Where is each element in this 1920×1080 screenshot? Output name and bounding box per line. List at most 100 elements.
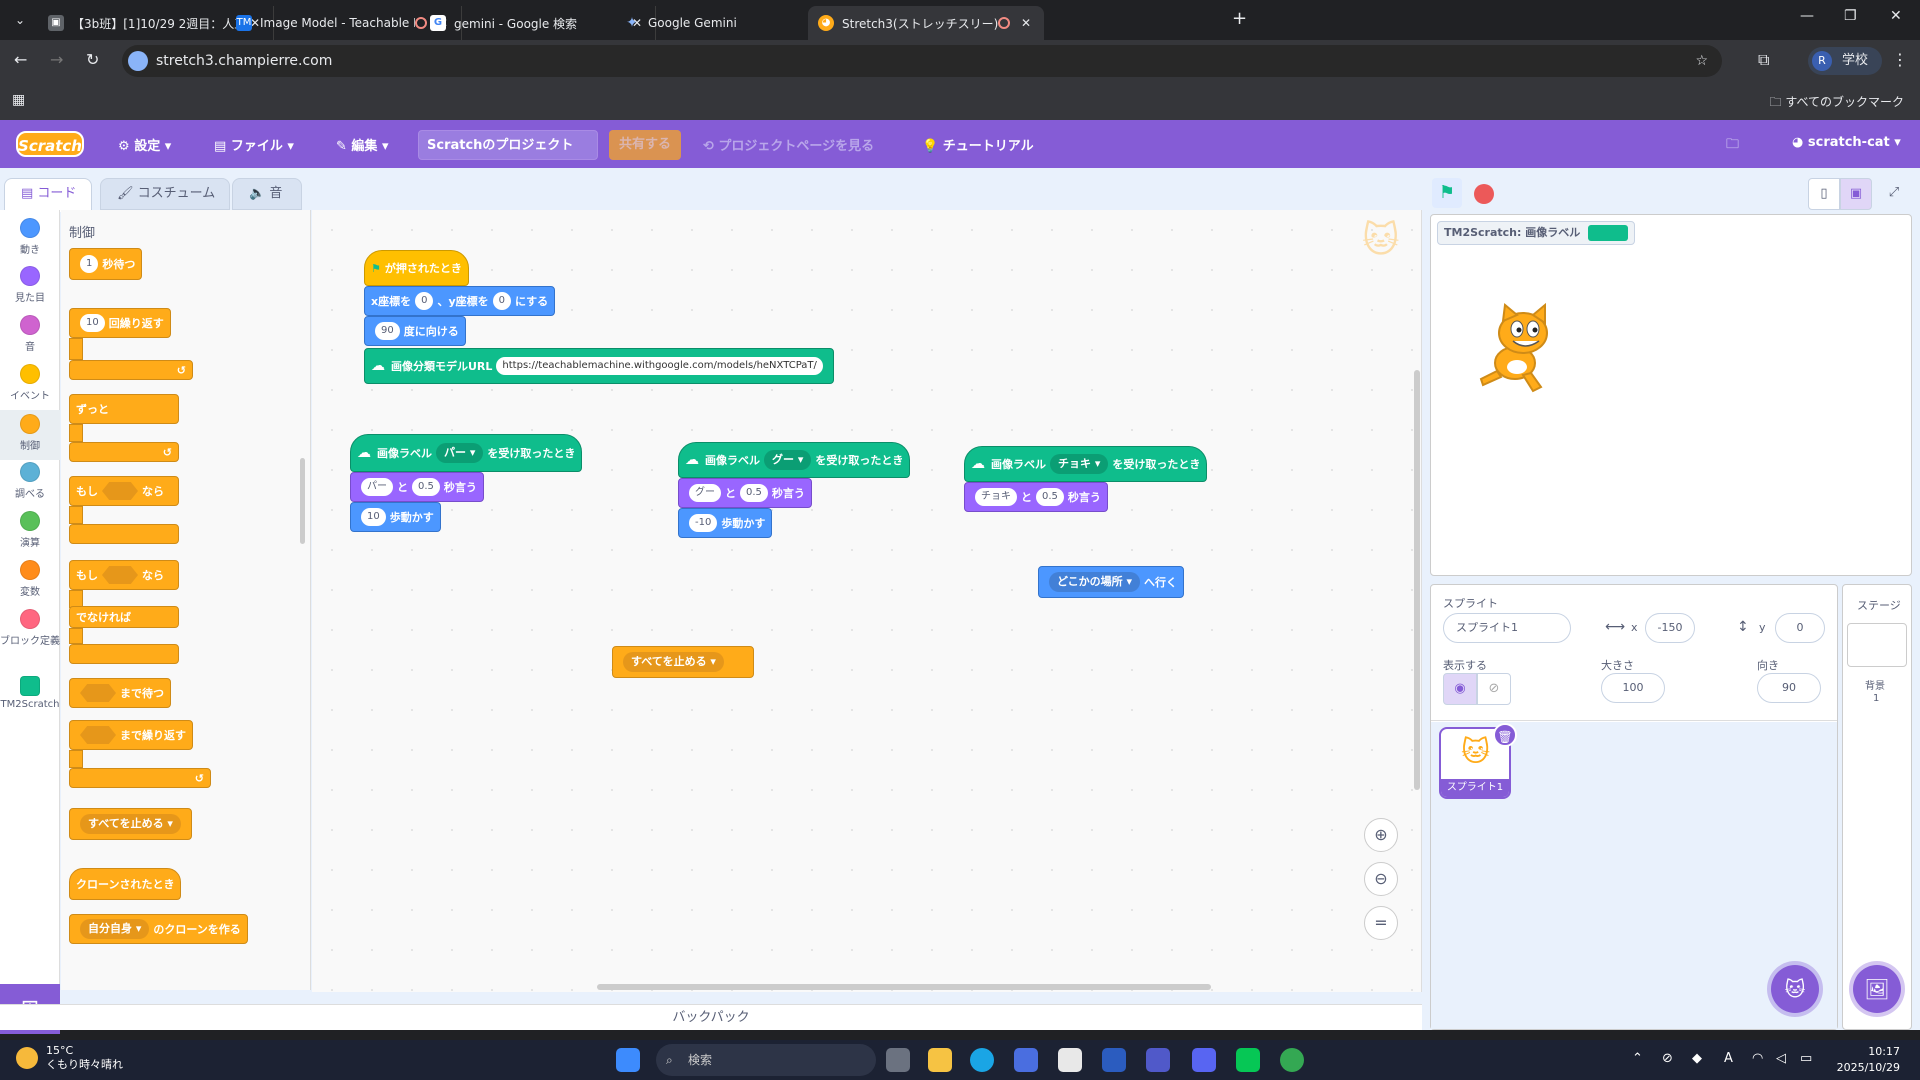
category-events[interactable]: イベント (0, 364, 60, 402)
all-bookmarks[interactable]: 🗀 すべてのブックマーク (1769, 93, 1904, 114)
sprite-direction-input[interactable]: 90 (1757, 673, 1821, 703)
tab-search-chevron-icon[interactable]: ⌄ (8, 8, 32, 32)
when-label-received-hat[interactable]: ☁ 画像ラベル グー ▾ を受け取ったとき (678, 442, 911, 478)
category-my-blocks[interactable]: ブロック定義 (0, 609, 60, 647)
apps-grid-icon[interactable]: ▦ (12, 92, 25, 108)
volume-icon[interactable]: ◁ (1776, 1051, 1786, 1066)
palette-scrollbar[interactable] (300, 458, 305, 544)
address-bar[interactable]: stretch3.champierre.com ☆ (122, 45, 1722, 77)
condition-slot[interactable] (80, 684, 116, 702)
reload-icon[interactable]: ↻ (86, 50, 99, 69)
choose-backdrop-button[interactable]: 🖼 (1853, 965, 1901, 1013)
zoom-out-icon[interactable]: ⊖ (1364, 862, 1398, 896)
bookmark-star-icon[interactable]: ☆ (1695, 45, 1708, 77)
start-windows-icon[interactable] (616, 1048, 640, 1072)
browser-tab-stretch3[interactable]: ◕ Stretch3(ストレッチスリー) ✕ (808, 6, 1044, 40)
delete-sprite-icon[interactable]: 🗑 (1493, 723, 1517, 747)
green-flag-icon[interactable]: ⚑ (1432, 178, 1462, 208)
if-else-block[interactable]: もし なら (69, 560, 179, 590)
script-area-horizontal-scrollbar[interactable] (597, 984, 1211, 990)
goto-random-block[interactable]: どこかの場所 ▾ へ行く (1038, 566, 1185, 598)
tab-code[interactable]: ▤ コード (4, 178, 92, 212)
script-area-vertical-scrollbar[interactable] (1414, 370, 1420, 790)
file-explorer-icon[interactable] (928, 1048, 952, 1072)
minimize-icon[interactable]: — (1800, 8, 1814, 24)
my-stuff-folder-icon[interactable]: 🗀 (1726, 135, 1739, 157)
hide-sprite-eye-icon[interactable]: ⊘ (1477, 673, 1511, 705)
more-menu-icon[interactable]: ⋮ (1892, 50, 1908, 69)
move-steps-block[interactable]: -10 歩動かす (678, 508, 773, 538)
label-dropdown[interactable]: チョキ ▾ (1050, 454, 1109, 474)
clock[interactable]: 10:17 2025/10/29 (1837, 1044, 1900, 1076)
stage-canvas[interactable]: TM2Scratch: 画像ラベル (1430, 214, 1912, 576)
store-icon[interactable] (1014, 1048, 1038, 1072)
forward-arrow-icon[interactable]: → (50, 50, 63, 69)
model-url-input[interactable]: https://teachablemachine.withgoogle.com/… (496, 357, 823, 375)
task-view-icon[interactable] (886, 1048, 910, 1072)
category-variables[interactable]: 変数 (0, 560, 60, 598)
close-tab-icon[interactable]: ✕ (1018, 16, 1034, 30)
small-stage-icon[interactable]: ▯ (1808, 178, 1840, 210)
category-sound[interactable]: 音 (0, 315, 60, 353)
repeat-until-block[interactable]: まで繰り返す (69, 720, 193, 750)
tray-chevron-icon[interactable]: ⌃ (1632, 1051, 1643, 1066)
tab-costume[interactable]: 🖌 コスチューム (100, 178, 230, 210)
condition-slot[interactable] (102, 566, 138, 584)
close-window-icon[interactable]: ✕ (1890, 8, 1902, 24)
weather-widget[interactable]: 15°C くもり時々晴れ (16, 1044, 123, 1072)
fullscreen-icon[interactable]: ⤢ (1878, 178, 1910, 210)
scratch-cat-sprite[interactable] (1467, 301, 1567, 397)
stop-all-block[interactable]: すべてを止める ▾ (612, 646, 754, 678)
sprite-name-input[interactable]: スプライト1 (1443, 613, 1571, 643)
say-for-secs-block[interactable]: チョキと 0.5 秒言う (964, 482, 1108, 512)
point-direction-block[interactable]: 90 度に向ける (364, 316, 466, 346)
network-off-icon[interactable]: ⊘ (1662, 1051, 1673, 1066)
project-title-input[interactable]: Scratchのプロジェクト (418, 130, 598, 160)
tab-sound[interactable]: 🔈 音 (232, 178, 302, 210)
chrome-icon[interactable] (1280, 1048, 1304, 1072)
category-motion[interactable]: 動き (0, 218, 60, 256)
category-looks[interactable]: 見た目 (0, 266, 60, 304)
teams-icon[interactable] (1146, 1048, 1170, 1072)
forever-block[interactable]: ずっと (69, 394, 179, 424)
backdrop-thumbnail[interactable] (1847, 623, 1907, 667)
goto-xy-block[interactable]: x座標を 0 、y座標を 0 にする (364, 286, 556, 316)
category-control[interactable]: 制御 (0, 410, 60, 460)
stop-icon[interactable] (1474, 184, 1494, 204)
repeat-block[interactable]: 10 回繰り返す (69, 308, 171, 338)
security-icon[interactable]: ◆ (1692, 1051, 1702, 1066)
back-arrow-icon[interactable]: ← (14, 50, 27, 69)
goto-target-dropdown[interactable]: どこかの場所 ▾ (1049, 572, 1141, 592)
word-icon[interactable] (1102, 1048, 1126, 1072)
say-for-secs-block[interactable]: グーと 0.5 秒言う (678, 478, 812, 508)
new-tab-icon[interactable]: + (1232, 8, 1247, 29)
condition-slot[interactable] (102, 482, 138, 500)
stop-all-block[interactable]: すべてを止める ▾ (69, 808, 192, 840)
move-steps-block[interactable]: 10 歩動かす (350, 502, 441, 532)
stop-option-dropdown[interactable]: すべてを止める ▾ (623, 652, 724, 672)
category-tm2scratch[interactable]: TM2Scratch (0, 676, 60, 710)
ime-icon[interactable]: A (1724, 1051, 1733, 1066)
if-block[interactable]: もし なら (69, 476, 179, 506)
backpack[interactable]: バックパック (0, 1004, 1422, 1030)
script-area[interactable]: 🐱 ⚑ が押されたとき x座標を 0 、y座標を 0 にする 90 度に向ける ☁ 画像分類モ… (312, 210, 1422, 992)
sprite-y-input[interactable]: 0 (1775, 613, 1825, 643)
zoom-in-icon[interactable]: ⊕ (1364, 818, 1398, 852)
create-clone-block[interactable]: 自分自身 ▾ のクローンを作る (69, 914, 248, 944)
wait-until-block[interactable]: まで待つ (69, 678, 171, 708)
category-operators[interactable]: 演算 (0, 511, 60, 549)
direction-input[interactable]: 90 (375, 322, 400, 340)
when-label-received-hat[interactable]: ☁ 画像ラベル チョキ ▾ を受け取ったとき (964, 446, 1208, 482)
edge-icon[interactable] (970, 1048, 994, 1072)
scratch-logo[interactable]: Scratch (16, 131, 84, 157)
site-info-icon[interactable] (128, 51, 148, 71)
wait-block[interactable]: 1 秒待つ (69, 248, 143, 280)
sprite-size-input[interactable]: 100 (1601, 673, 1665, 703)
line-icon[interactable] (1236, 1048, 1260, 1072)
condition-slot[interactable] (80, 726, 116, 744)
settings-menu[interactable]: ⚙ 設定 ▾ (118, 135, 171, 154)
wifi-icon[interactable]: ◠ (1752, 1051, 1763, 1066)
clone-target-dropdown[interactable]: 自分自身 ▾ (80, 919, 150, 939)
profile-button[interactable]: R 学校 (1808, 47, 1882, 75)
battery-icon[interactable]: ▭ (1800, 1051, 1812, 1066)
